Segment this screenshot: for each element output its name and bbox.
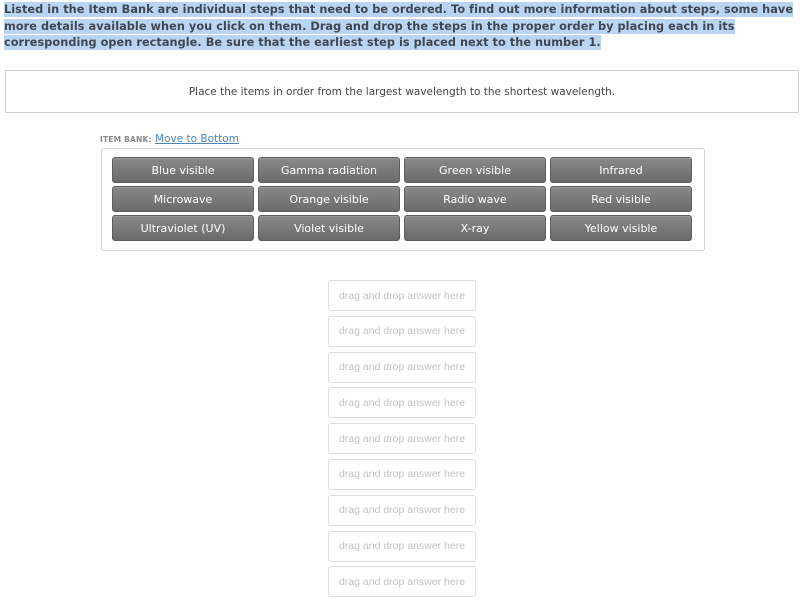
item-gamma-radiation[interactable]: Gamma radiation <box>258 157 400 183</box>
item-violet-visible[interactable]: Violet visible <box>258 215 400 241</box>
drop-zone-2[interactable]: drag and drop answer here <box>328 315 476 347</box>
item-red-visible[interactable]: Red visible <box>550 186 692 212</box>
item-x-ray[interactable]: X-ray <box>404 215 546 241</box>
drop-zone-5[interactable]: drag and drop answer here <box>328 423 476 455</box>
drop-zone-6[interactable]: drag and drop answer here <box>328 458 476 490</box>
item-yellow-visible[interactable]: Yellow visible <box>550 215 692 241</box>
question-prompt: Place the items in order from the larges… <box>188 85 616 98</box>
drop-zone-8[interactable]: drag and drop answer here <box>328 530 476 562</box>
drop-zone-3[interactable]: drag and drop answer here <box>328 351 476 383</box>
item-green-visible[interactable]: Green visible <box>404 157 546 183</box>
item-orange-visible[interactable]: Orange visible <box>258 186 400 212</box>
item-ultraviolet[interactable]: Ultraviolet (UV) <box>112 215 254 241</box>
item-infrared[interactable]: Infrared <box>550 157 692 183</box>
item-blue-visible[interactable]: Blue visible <box>112 157 254 183</box>
drop-zone-9[interactable]: drag and drop answer here <box>328 566 476 598</box>
drop-zone-1[interactable]: drag and drop answer here <box>328 280 476 311</box>
item-bank-label: ITEM BANK: <box>100 135 152 144</box>
question-prompt-box: Place the items in order from the larges… <box>5 70 799 113</box>
answer-drop-zones: drag and drop answer here drag and drop … <box>328 280 476 602</box>
instructions-text: Listed in the Item Bank are individual s… <box>4 2 794 52</box>
drop-zone-4[interactable]: drag and drop answer here <box>328 387 476 419</box>
item-bank-header: ITEM BANK: Move to Bottom <box>100 132 239 147</box>
instructions-highlight: Listed in the Item Bank are individual s… <box>4 2 794 50</box>
item-microwave[interactable]: Microwave <box>112 186 254 212</box>
item-bank: Blue visible Gamma radiation Green visib… <box>101 148 705 251</box>
drop-zone-7[interactable]: drag and drop answer here <box>328 494 476 526</box>
item-bank-grid: Blue visible Gamma radiation Green visib… <box>112 157 692 241</box>
move-to-bottom-link[interactable]: Move to Bottom <box>155 133 239 145</box>
item-radio-wave[interactable]: Radio wave <box>404 186 546 212</box>
